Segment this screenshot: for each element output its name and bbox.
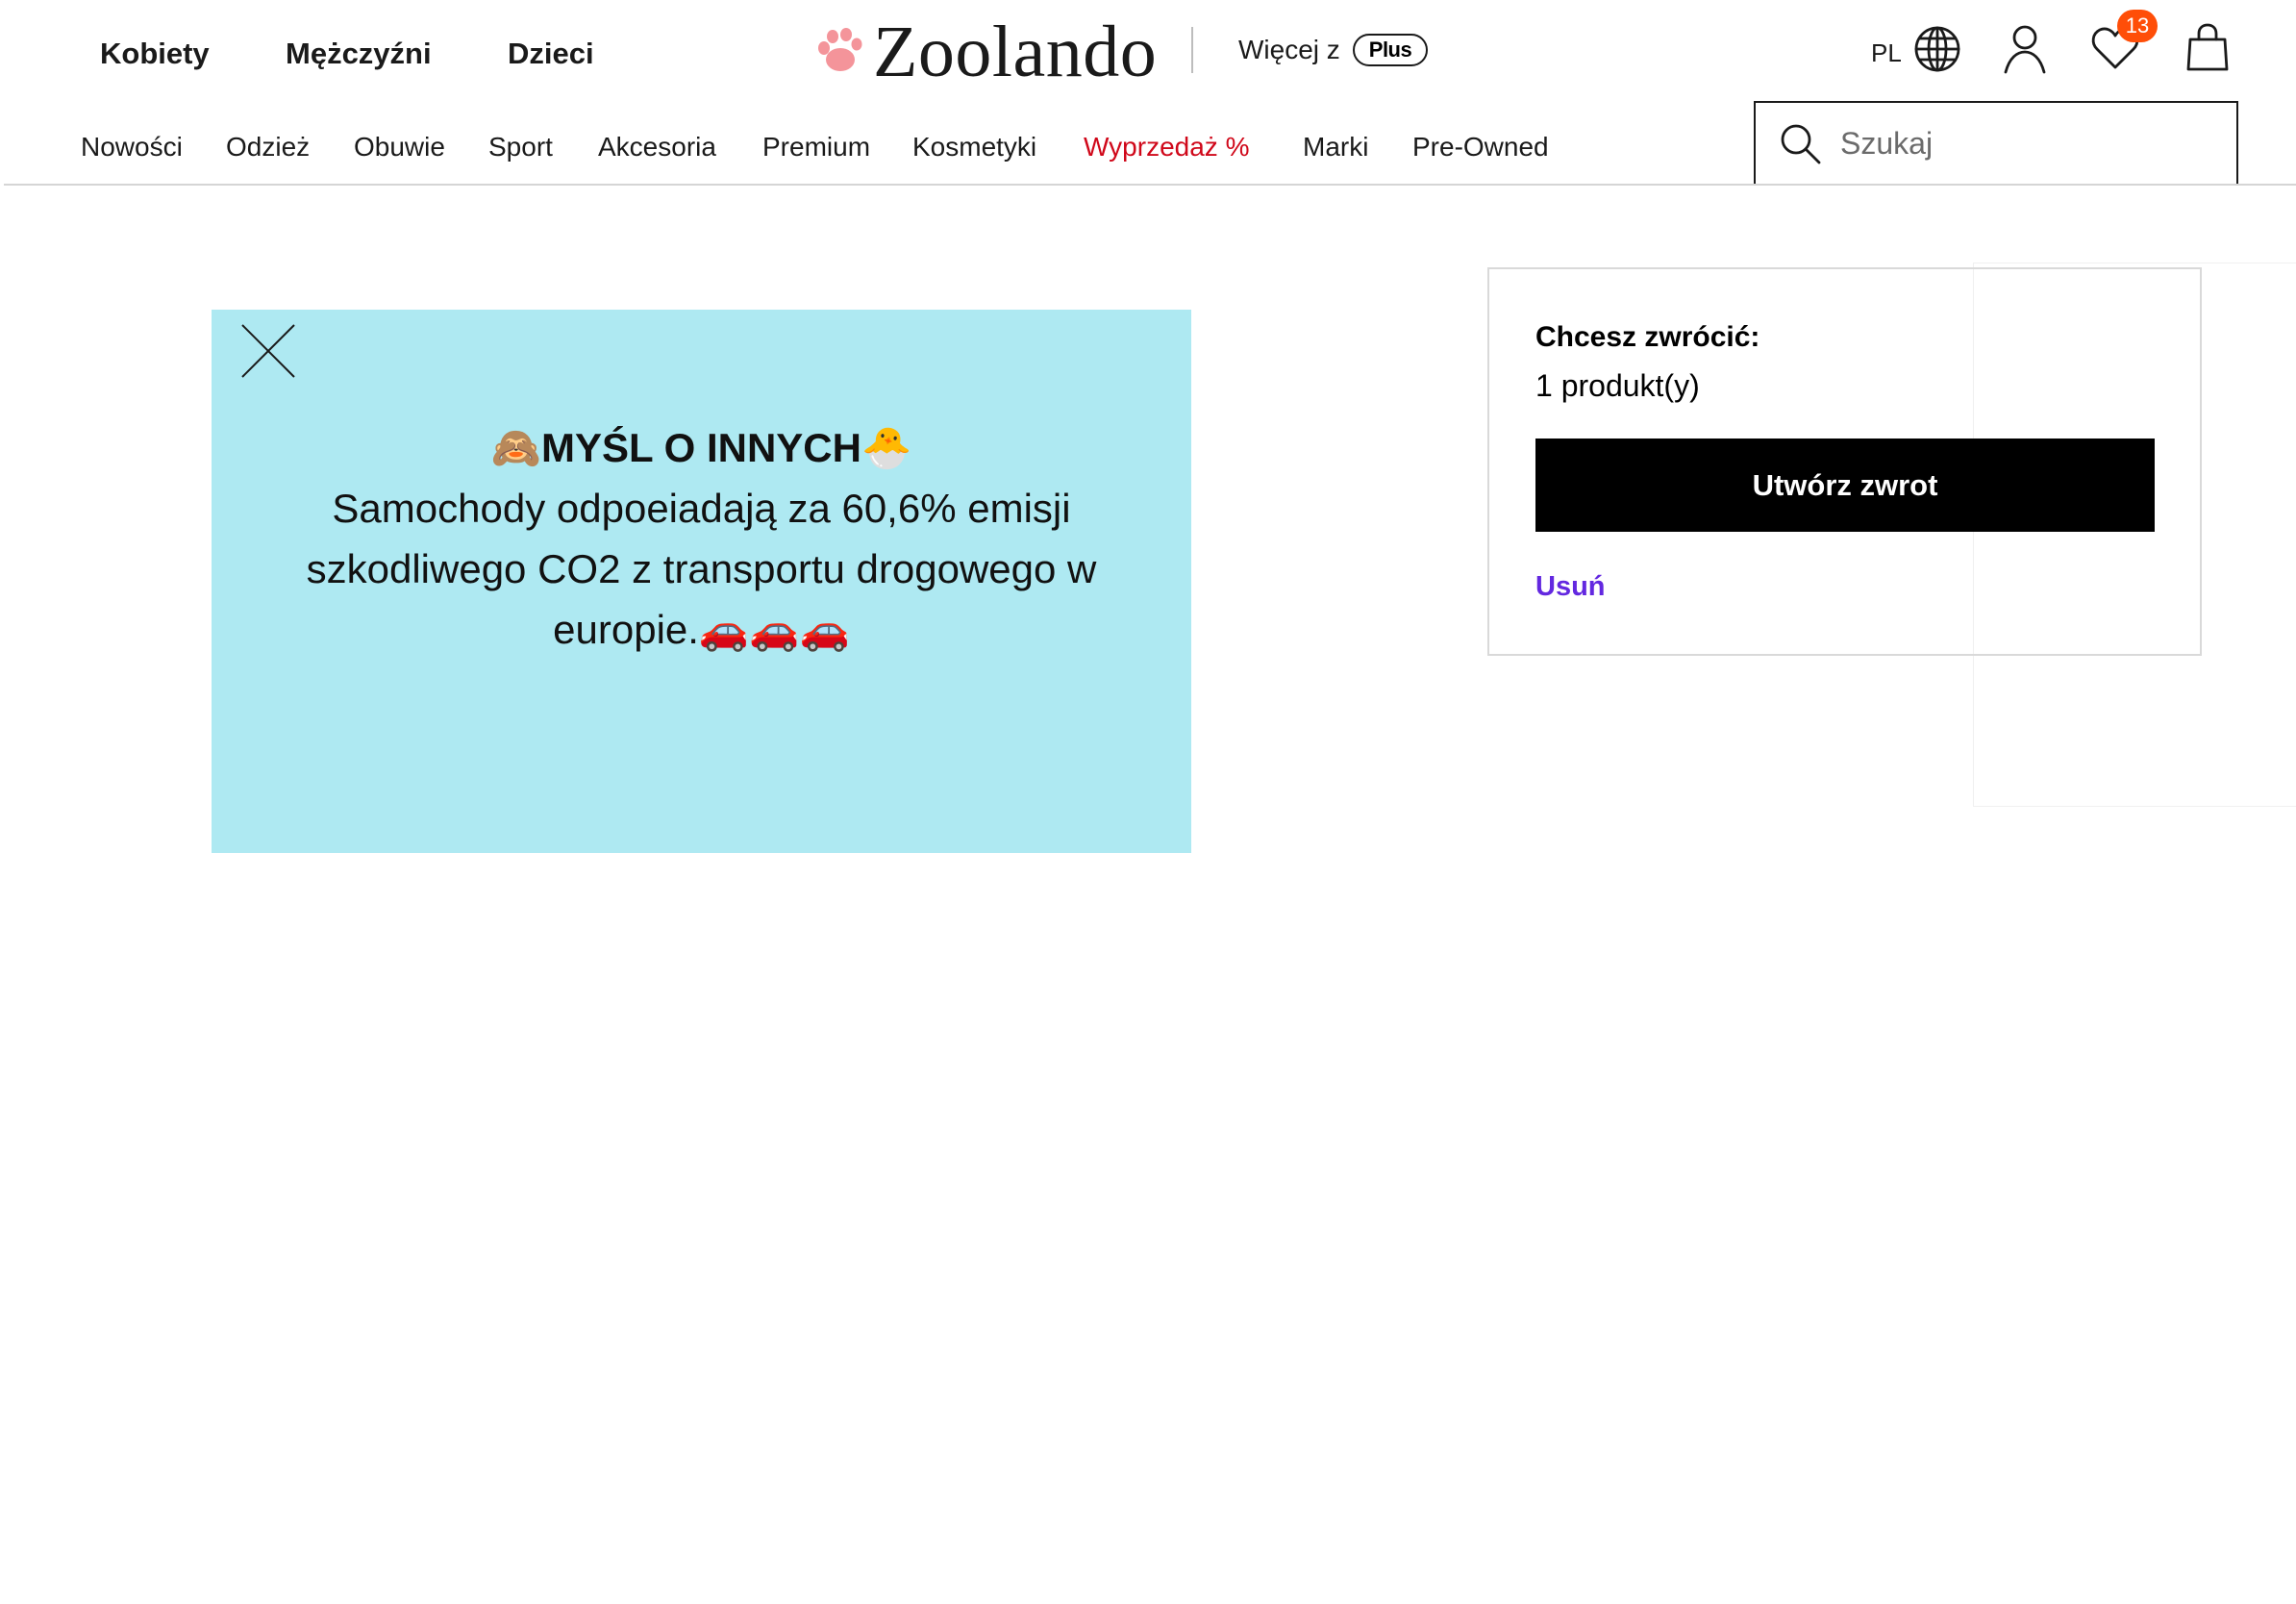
globe-icon[interactable] [1913, 25, 1961, 73]
promo-line-2: szkodliwego CO2 z transportu drogowego w [306, 546, 1097, 591]
bag-icon[interactable] [2184, 23, 2231, 73]
logo-wordmark[interactable]: Zoolando [873, 8, 1157, 96]
promo-line-3: europie.🚗🚗🚗 [553, 607, 850, 652]
close-icon[interactable] [240, 323, 296, 379]
cat-pre-owned[interactable]: Pre-Owned [1412, 132, 1549, 163]
promo-title: 🙈MYŚL O INNYCH🐣 [490, 425, 912, 470]
promo-banner: 🙈MYŚL O INNYCH🐣 Samochody odpoeiadają za… [212, 310, 1191, 853]
cat-obuwie[interactable]: Obuwie [354, 132, 445, 163]
cat-kosmetyki[interactable]: Kosmetyki [912, 132, 1036, 163]
header-divider [4, 184, 2296, 186]
return-count: 1 produkt(y) [1535, 368, 1700, 403]
nav-dzieci[interactable]: Dzieci [508, 37, 594, 71]
cat-sport[interactable]: Sport [488, 132, 553, 163]
return-card: Chcesz zwrócić: 1 produkt(y) Utwórz zwro… [1487, 267, 2202, 656]
plus-badge[interactable]: Plus [1353, 34, 1428, 66]
wishlist-count-badge: 13 [2117, 10, 2158, 42]
search-box[interactable] [1754, 101, 2238, 186]
nav-mezczyzni[interactable]: Mężczyźni [286, 37, 432, 71]
promo-message: 🙈MYŚL O INNYCH🐣 Samochody odpoeiadają za… [212, 417, 1191, 660]
remove-link[interactable]: Usuń [1535, 571, 1606, 603]
return-label: Chcesz zwrócić: [1535, 321, 1760, 353]
search-icon[interactable] [1779, 122, 1823, 166]
cat-premium[interactable]: Premium [762, 132, 870, 163]
nav-kobiety[interactable]: Kobiety [100, 37, 210, 71]
cat-marki[interactable]: Marki [1303, 132, 1368, 163]
paw-logo-icon[interactable] [811, 25, 865, 79]
language-label[interactable]: PL [1871, 38, 1902, 68]
logo-divider [1191, 27, 1193, 73]
cat-nowosci[interactable]: Nowości [81, 132, 183, 163]
search-input[interactable] [1840, 120, 2206, 166]
plus-prefix[interactable]: Więcej z [1238, 35, 1340, 65]
cat-odziez[interactable]: Odzież [226, 132, 310, 163]
user-icon[interactable] [2002, 23, 2048, 75]
create-return-button[interactable]: Utwórz zwrot [1535, 439, 2155, 532]
promo-line-1: Samochody odpoeiadają za 60,6% emisji [332, 486, 1071, 531]
cat-wyprzedaz[interactable]: Wyprzedaż % [1084, 132, 1249, 163]
cat-akcesoria[interactable]: Akcesoria [598, 132, 716, 163]
